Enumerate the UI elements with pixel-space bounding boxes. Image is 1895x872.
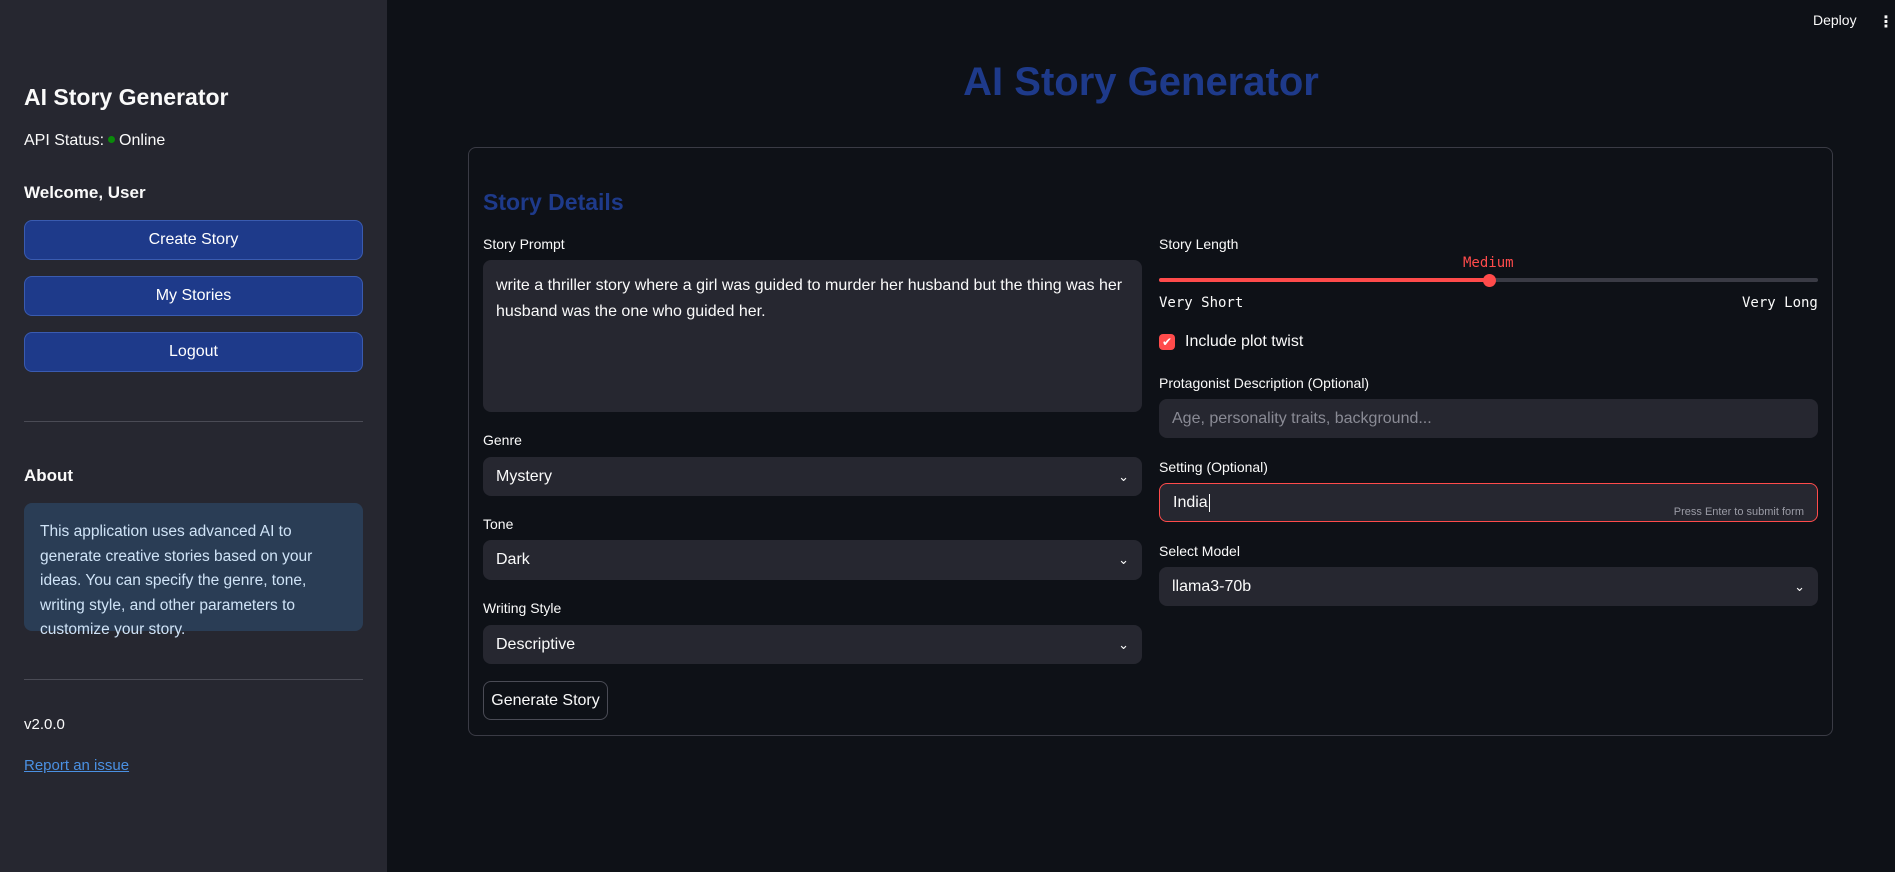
genre-label: Genre [483,432,522,448]
writing-style-label: Writing Style [483,600,562,616]
slider-max-label: Very Long [1742,295,1818,311]
api-status-label: API Status: [24,132,105,149]
slider-min-label: Very Short [1159,295,1244,311]
slider-fill [1159,278,1489,282]
plot-twist-label: Include plot twist [1185,333,1304,350]
setting-label: Setting (Optional) [1159,459,1268,475]
model-select[interactable]: llama3-70b ⌄ [1159,567,1818,606]
writing-style-select[interactable]: Descriptive ⌄ [483,625,1142,664]
page-title: AI Story Generator [963,60,1319,104]
story-length-label: Story Length [1159,236,1239,252]
chevron-down-icon: ⌄ [1118,636,1129,652]
protagonist-input[interactable]: Age, personality traits, background... [1159,399,1818,438]
genre-select[interactable]: Mystery ⌄ [483,457,1142,496]
plot-twist-checkbox[interactable]: ✔ [1159,334,1175,350]
deploy-button[interactable]: Deploy [1813,12,1857,28]
tone-label: Tone [483,516,514,532]
sidebar-title: AI Story Generator [24,84,229,110]
model-value: llama3-70b [1172,577,1252,595]
logout-button[interactable]: Logout [24,332,363,372]
api-status: API Status: Online [24,132,165,150]
report-issue-link[interactable]: Report an issue [24,757,129,774]
section-title: Story Details [483,189,624,215]
tone-select[interactable]: Dark ⌄ [483,540,1142,580]
checkmark-icon: ✔ [1161,335,1173,349]
protagonist-placeholder: Age, personality traits, background... [1172,409,1432,427]
genre-value: Mystery [496,467,552,485]
chevron-down-icon: ⌄ [1118,552,1129,567]
about-heading: About [24,466,74,485]
setting-input[interactable]: India Press Enter to submit form [1159,483,1818,522]
generate-story-button[interactable]: Generate Story [483,681,608,720]
status-dot-icon [108,136,116,144]
kebab-icon[interactable]: ⋮ [1878,12,1894,32]
chevron-down-icon: ⌄ [1118,468,1129,484]
welcome-text: Welcome, User [24,183,146,202]
chevron-down-icon: ⌄ [1794,578,1805,594]
divider [24,421,363,422]
writing-style-value: Descriptive [496,635,576,653]
my-stories-button[interactable]: My Stories [24,276,363,316]
tone-value: Dark [496,551,530,568]
about-info-box: This application uses advanced AI to gen… [24,503,363,638]
story-prompt-label: Story Prompt [483,236,565,252]
submit-hint: Press Enter to submit form [1673,505,1804,518]
api-status-value: Online [119,132,166,149]
setting-value: India [1173,493,1210,512]
story-length-value: Medium [1463,255,1514,271]
version-text: v2.0.0 [24,716,65,733]
divider [24,679,363,680]
slider-thumb[interactable] [1482,274,1496,287]
select-model-label: Select Model [1159,543,1240,559]
create-story-button[interactable]: Create Story [24,220,363,260]
sidebar: AI Story Generator API Status: Online Wel… [0,0,387,872]
story-prompt-textarea[interactable]: write a thriller story where a girl was … [483,260,1142,412]
protagonist-label: Protagonist Description (Optional) [1159,375,1370,391]
